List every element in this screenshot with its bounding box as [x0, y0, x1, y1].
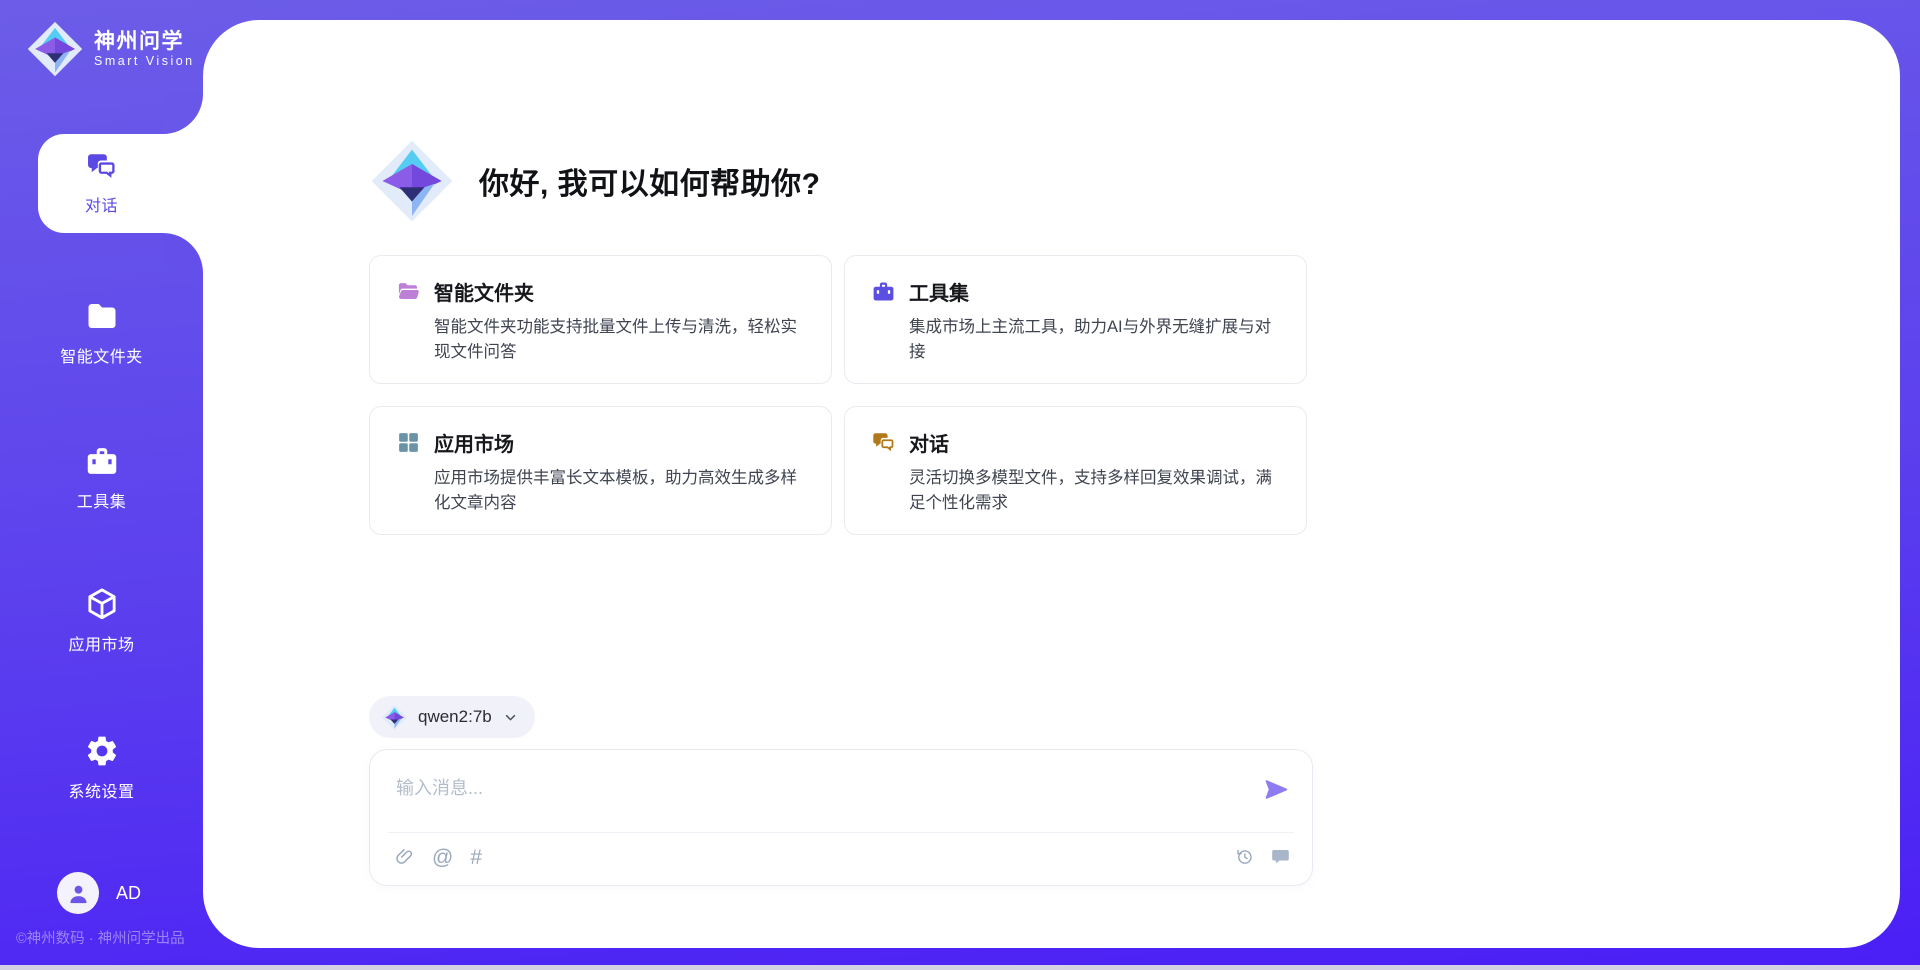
composer-divider — [388, 832, 1294, 833]
brand-subtitle: Smart Vision — [94, 54, 195, 68]
model-gem-icon — [381, 704, 408, 731]
message-composer: @ # — [369, 749, 1313, 886]
user-profile[interactable]: AD — [57, 872, 141, 914]
model-selector[interactable]: qwen2:7b — [369, 696, 535, 738]
composer-right-tools — [1234, 846, 1291, 867]
brand: 神州问学 Smart Vision — [26, 20, 195, 78]
welcome-header: 你好, 我可以如何帮助你? — [369, 138, 821, 224]
sidebar-item-label: 工具集 — [77, 488, 127, 512]
person-icon — [65, 880, 92, 907]
folder-open-icon — [396, 279, 421, 304]
welcome-gem-logo-icon — [369, 138, 455, 224]
composer-toolbar: @ # — [394, 847, 482, 868]
card-title: 应用市场 — [434, 428, 514, 457]
sidebar-item-chat[interactable]: 对话 — [0, 150, 203, 216]
toolbox-icon — [84, 443, 120, 479]
copyright-text: ©神州数码 · 神州问学出品 — [16, 927, 185, 948]
card-description: 灵活切换多模型文件，支持多样回复效果调试，满足个性化需求 — [909, 466, 1280, 516]
grid-icon — [396, 430, 421, 455]
chat-bubbles-icon — [85, 150, 118, 183]
cube-icon — [84, 586, 120, 622]
toolbox-icon — [871, 279, 896, 304]
card-chat[interactable]: 对话 灵活切换多模型文件，支持多样回复效果调试，满足个性化需求 — [844, 406, 1307, 535]
card-title: 对话 — [909, 428, 949, 457]
paperclip-icon[interactable] — [394, 847, 415, 868]
folder-icon — [84, 298, 120, 334]
brand-gem-logo-icon — [26, 20, 84, 78]
card-title: 工具集 — [909, 277, 969, 306]
app-window: 神州问学 Smart Vision 对话 智能文件夹 工具集 应用市场 系统设置… — [0, 0, 1920, 970]
mention-icon[interactable]: @ — [432, 847, 453, 868]
card-description: 集成市场上主流工具，助力AI与外界无缝扩展与对接 — [909, 315, 1280, 365]
sidebar-item-label: 应用市场 — [68, 631, 134, 655]
gear-icon — [84, 733, 120, 769]
sidebar-item-label: 智能文件夹 — [60, 343, 143, 367]
card-description: 应用市场提供丰富长文本模板，助力高效生成多样化文章内容 — [434, 466, 805, 516]
user-initials: AD — [116, 883, 141, 904]
greeting-title: 你好, 我可以如何帮助你? — [479, 159, 821, 203]
card-smart-folders[interactable]: 智能文件夹 智能文件夹功能支持批量文件上传与清洗，轻松实现文件问答 — [369, 255, 832, 384]
feature-cards: 智能文件夹 智能文件夹功能支持批量文件上传与清洗，轻松实现文件问答 工具集 集成… — [369, 255, 1307, 535]
card-toolset[interactable]: 工具集 集成市场上主流工具，助力AI与外界无缝扩展与对接 — [844, 255, 1307, 384]
card-title: 智能文件夹 — [434, 277, 534, 306]
send-icon — [1262, 775, 1291, 804]
sidebar-item-settings[interactable]: 系统设置 — [0, 733, 203, 802]
message-input[interactable] — [394, 766, 1188, 810]
send-button[interactable] — [1262, 775, 1291, 804]
tab-fillet-top — [163, 94, 203, 134]
card-app-market[interactable]: 应用市场 应用市场提供丰富长文本模板，助力高效生成多样化文章内容 — [369, 406, 832, 535]
sidebar-item-market[interactable]: 应用市场 — [0, 586, 203, 655]
brand-name: 神州问学 — [94, 30, 195, 54]
sidebar-item-tools[interactable]: 工具集 — [0, 443, 203, 512]
history-icon[interactable] — [1234, 846, 1255, 867]
message-bubble-icon[interactable] — [1270, 846, 1291, 867]
chat-bubbles-icon — [871, 430, 896, 455]
sidebar-item-folders[interactable]: 智能文件夹 — [0, 298, 203, 367]
chevron-down-icon — [502, 709, 519, 726]
card-description: 智能文件夹功能支持批量文件上传与清洗，轻松实现文件问答 — [434, 315, 805, 365]
hashtag-icon[interactable]: # — [470, 847, 482, 868]
tab-fillet-bottom — [163, 233, 203, 273]
avatar — [57, 872, 99, 914]
model-name: qwen2:7b — [418, 707, 492, 727]
sidebar-item-label: 对话 — [85, 192, 118, 216]
bottom-edge-strip — [0, 965, 1920, 970]
sidebar-item-label: 系统设置 — [68, 778, 134, 802]
